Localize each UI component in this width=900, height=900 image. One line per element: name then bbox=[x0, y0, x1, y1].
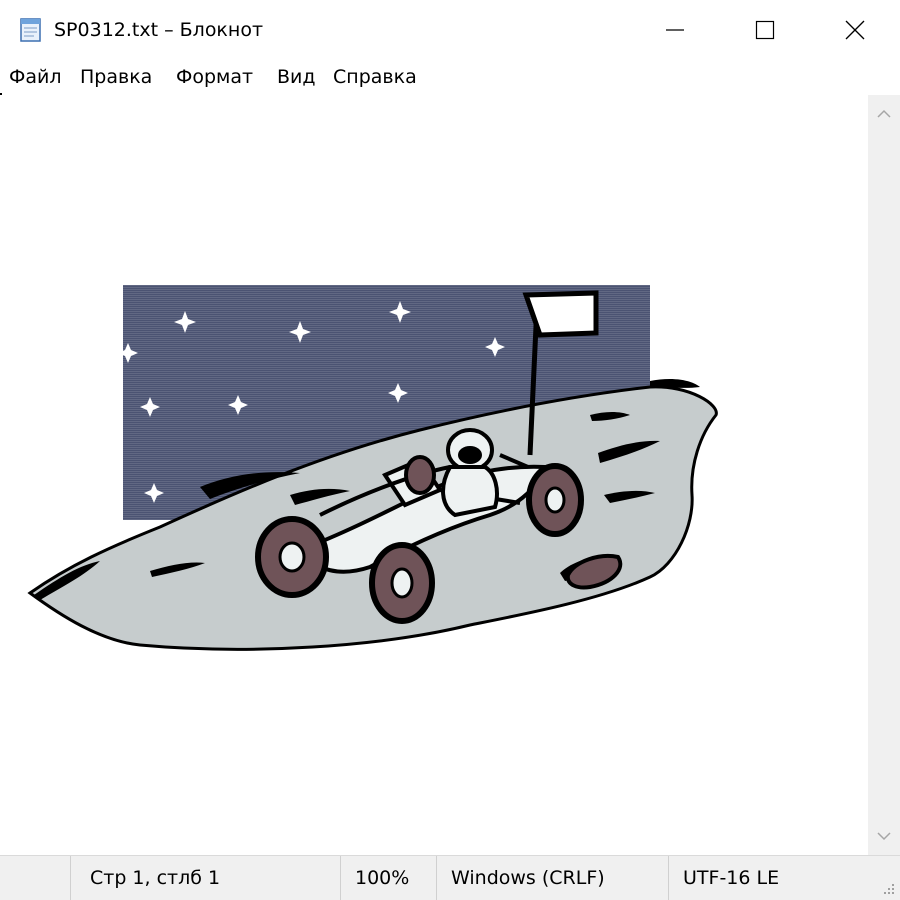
text-editor-area[interactable] bbox=[0, 95, 868, 855]
minimize-button[interactable] bbox=[630, 0, 720, 60]
minimize-icon bbox=[666, 29, 684, 31]
status-zoom: 100% bbox=[340, 856, 436, 900]
menu-bar: Файл Правка Формат Вид Справка bbox=[0, 60, 900, 94]
lunar-rover-art bbox=[27, 285, 718, 651]
scroll-up-button[interactable] bbox=[868, 95, 900, 133]
maximize-button[interactable] bbox=[720, 0, 810, 60]
menu-item-help[interactable]: Справка bbox=[333, 63, 417, 91]
window-title: SP0312.txt – Блокнот bbox=[54, 19, 264, 41]
status-encoding: UTF-16 LE bbox=[668, 856, 873, 900]
title-bar[interactable]: SP0312.txt – Блокнот bbox=[0, 0, 900, 60]
status-line-endings: Windows (CRLF) bbox=[436, 856, 668, 900]
notepad-icon bbox=[20, 18, 41, 42]
status-cursor-position: Стр 1, стлб 1 bbox=[70, 856, 340, 900]
chevron-down-icon bbox=[877, 832, 891, 841]
menu-item-edit[interactable]: Правка bbox=[80, 63, 152, 91]
menu-item-view[interactable]: Вид bbox=[277, 63, 316, 91]
scroll-down-button[interactable] bbox=[868, 817, 900, 855]
vertical-scrollbar[interactable] bbox=[868, 95, 900, 855]
chevron-up-icon bbox=[877, 109, 891, 118]
maximize-icon bbox=[755, 20, 775, 40]
menu-item-format[interactable]: Формат bbox=[176, 63, 253, 91]
close-button[interactable] bbox=[810, 0, 900, 60]
menu-item-file[interactable]: Файл bbox=[9, 63, 62, 91]
status-bar: Стр 1, стлб 1 100% Windows (CRLF) UTF-16… bbox=[0, 855, 900, 900]
close-icon bbox=[845, 20, 865, 40]
resize-grip-icon[interactable] bbox=[880, 880, 896, 896]
